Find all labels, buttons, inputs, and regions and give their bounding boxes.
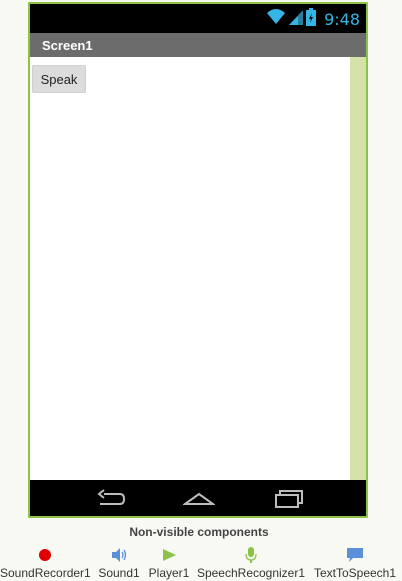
- title-bar: Screen1: [30, 33, 366, 57]
- back-icon[interactable]: [96, 488, 126, 513]
- component-label: TextToSpeech1: [313, 566, 397, 580]
- microphone-icon: [196, 546, 306, 564]
- signal-icon: [288, 8, 304, 31]
- screen-title: Screen1: [42, 38, 93, 53]
- nonvisible-components-title: Non-visible components: [129, 525, 269, 539]
- component-label: Player1: [148, 566, 190, 580]
- component-player[interactable]: Player1: [147, 546, 191, 580]
- component-label: Sound1: [98, 566, 140, 580]
- status-bar: 9:48: [30, 4, 366, 33]
- phone-preview: 9:48 Screen1 Speak: [28, 2, 368, 518]
- component-label: SoundRecorder1: [0, 566, 91, 580]
- nonvisible-components-list: SoundRecorder1 Sound1 Player1 SpeechReco…: [0, 546, 402, 580]
- component-label: SpeechRecognizer1: [196, 566, 306, 580]
- speak-button[interactable]: Speak: [32, 65, 86, 93]
- component-soundrecorder[interactable]: SoundRecorder1: [0, 546, 91, 580]
- speech-bubble-icon: [311, 546, 399, 564]
- component-sound[interactable]: Sound1: [96, 546, 142, 580]
- battery-icon: [306, 7, 317, 31]
- speaker-icon: [96, 546, 142, 564]
- status-icons: 9:48: [266, 7, 360, 31]
- nav-bar: [30, 480, 366, 516]
- record-dot-icon: [0, 546, 90, 564]
- play-icon: [147, 546, 191, 564]
- wifi-icon: [266, 8, 286, 31]
- status-time: 9:48: [324, 9, 360, 29]
- component-texttospeech[interactable]: TextToSpeech1: [311, 546, 399, 580]
- recent-apps-icon[interactable]: [274, 488, 304, 513]
- home-icon[interactable]: [181, 488, 217, 513]
- component-speechrecognizer[interactable]: SpeechRecognizer1: [196, 546, 306, 580]
- scroll-strip: [350, 57, 366, 480]
- screen-content: Speak: [30, 57, 366, 480]
